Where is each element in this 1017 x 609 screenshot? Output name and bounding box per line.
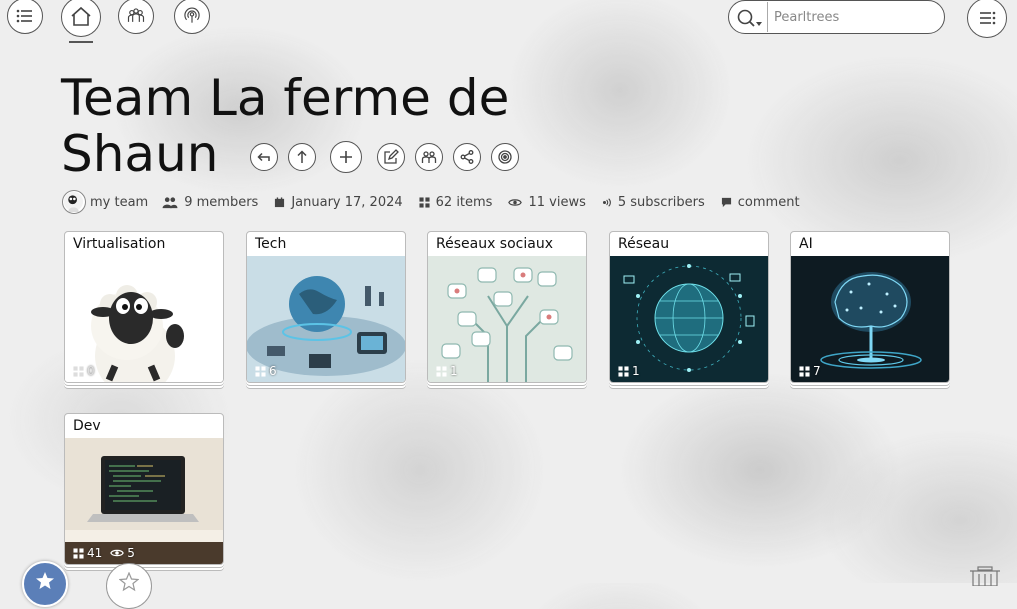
views: 11 views — [508, 194, 586, 210]
grid-icon — [73, 365, 84, 377]
broadcast-button[interactable] — [174, 0, 210, 34]
card-count-value: 0 — [87, 364, 95, 378]
card-title: Virtualisation — [73, 236, 166, 252]
members[interactable]: 9 members — [162, 195, 258, 210]
add-icon — [340, 151, 352, 163]
broadcast-icon — [184, 7, 200, 23]
members-count: 9 members — [184, 194, 259, 210]
grid-icon — [436, 365, 447, 377]
card-count: 1 — [618, 364, 640, 378]
edit-icon — [384, 149, 399, 164]
add-button[interactable] — [330, 141, 362, 173]
items-count: 62 items — [435, 194, 493, 210]
pick-star-button[interactable] — [106, 563, 152, 609]
card-count-value: 6 — [269, 364, 277, 378]
back-button[interactable] — [250, 143, 278, 171]
share-button[interactable] — [453, 143, 481, 171]
team-icon — [421, 151, 437, 163]
card-count: 0 — [73, 364, 95, 378]
items: 62 items — [419, 194, 493, 210]
collection-card-virtualisation[interactable]: Virtualisation 0 — [64, 231, 224, 383]
collection-card-reseau[interactable]: Réseau 1 — [609, 231, 769, 383]
owner-name: my team — [90, 194, 149, 210]
grid-icon — [73, 547, 84, 559]
date-text: January 17, 2024 — [291, 194, 403, 210]
card-title: AI — [799, 236, 813, 252]
grid-icon — [799, 365, 810, 377]
team-button[interactable] — [415, 143, 443, 171]
star-icon — [36, 572, 54, 589]
subscribers-count: 5 subscribers — [617, 194, 705, 210]
trash-icon[interactable] — [968, 566, 1002, 586]
collection-card-reseaux-sociaux[interactable]: Réseaux sociaux 1 — [427, 231, 587, 383]
views-count: 11 views — [528, 194, 586, 210]
card-count: 1 — [436, 364, 458, 378]
subscribers[interactable]: 5 subscribers — [602, 195, 705, 210]
home-icon — [71, 6, 91, 26]
eye-icon — [508, 198, 523, 206]
avatar — [62, 190, 86, 214]
card-count-value: 1 — [632, 364, 640, 378]
card-count-value: 1 — [450, 364, 458, 378]
card-views-value: 5 — [127, 546, 135, 560]
back-icon — [257, 152, 270, 162]
grid-icon — [618, 365, 629, 377]
card-count-value: 41 — [87, 546, 103, 560]
card-title: Dev — [73, 418, 101, 434]
list-icon — [16, 9, 32, 23]
up-button[interactable] — [288, 143, 316, 171]
settings-menu-icon — [980, 11, 996, 25]
collection-card-tech[interactable]: Tech 6 — [246, 231, 406, 383]
teams-button[interactable] — [118, 0, 154, 34]
card-count-value: 7 — [813, 364, 821, 378]
subscribers-icon — [602, 197, 611, 207]
menu-button[interactable] — [7, 0, 43, 34]
members-icon — [162, 196, 178, 208]
search-icon[interactable] — [735, 7, 763, 29]
favorites-button[interactable] — [22, 561, 68, 607]
card-count: 6 — [255, 364, 277, 378]
home-button[interactable] — [61, 0, 101, 37]
collection-card-ai[interactable]: AI 7 — [790, 231, 950, 383]
meta-bar: my team 9 members January 17, 2024 62 it… — [62, 189, 816, 215]
target-icon — [498, 150, 512, 164]
home-active-underline — [69, 41, 93, 43]
collection-card-dev[interactable]: Dev 41 5 — [64, 413, 224, 565]
card-count: 7 — [799, 364, 821, 378]
pick-button[interactable] — [491, 143, 519, 171]
edit-button[interactable] — [377, 143, 405, 171]
share-icon — [460, 150, 474, 164]
eye-icon — [110, 549, 125, 557]
star-outline-icon — [119, 572, 139, 592]
comment-label: comment — [737, 194, 800, 210]
card-title: Tech — [255, 236, 287, 252]
comment[interactable]: comment — [721, 195, 800, 210]
grid-icon — [419, 196, 430, 208]
up-icon — [297, 150, 307, 163]
search-box — [728, 0, 945, 34]
card-count: 41 5 — [73, 546, 135, 560]
date: January 17, 2024 — [274, 194, 403, 210]
card-title: Réseau — [618, 236, 670, 252]
settings-menu-button[interactable] — [967, 0, 1007, 38]
grid-icon — [255, 365, 266, 377]
comment-icon — [721, 197, 731, 207]
search-input[interactable] — [767, 2, 941, 32]
calendar-icon — [275, 196, 285, 207]
card-title: Réseaux sociaux — [436, 236, 553, 252]
owner[interactable]: my team — [62, 190, 148, 214]
team-icon — [127, 8, 145, 22]
card-views: 5 — [110, 546, 135, 560]
